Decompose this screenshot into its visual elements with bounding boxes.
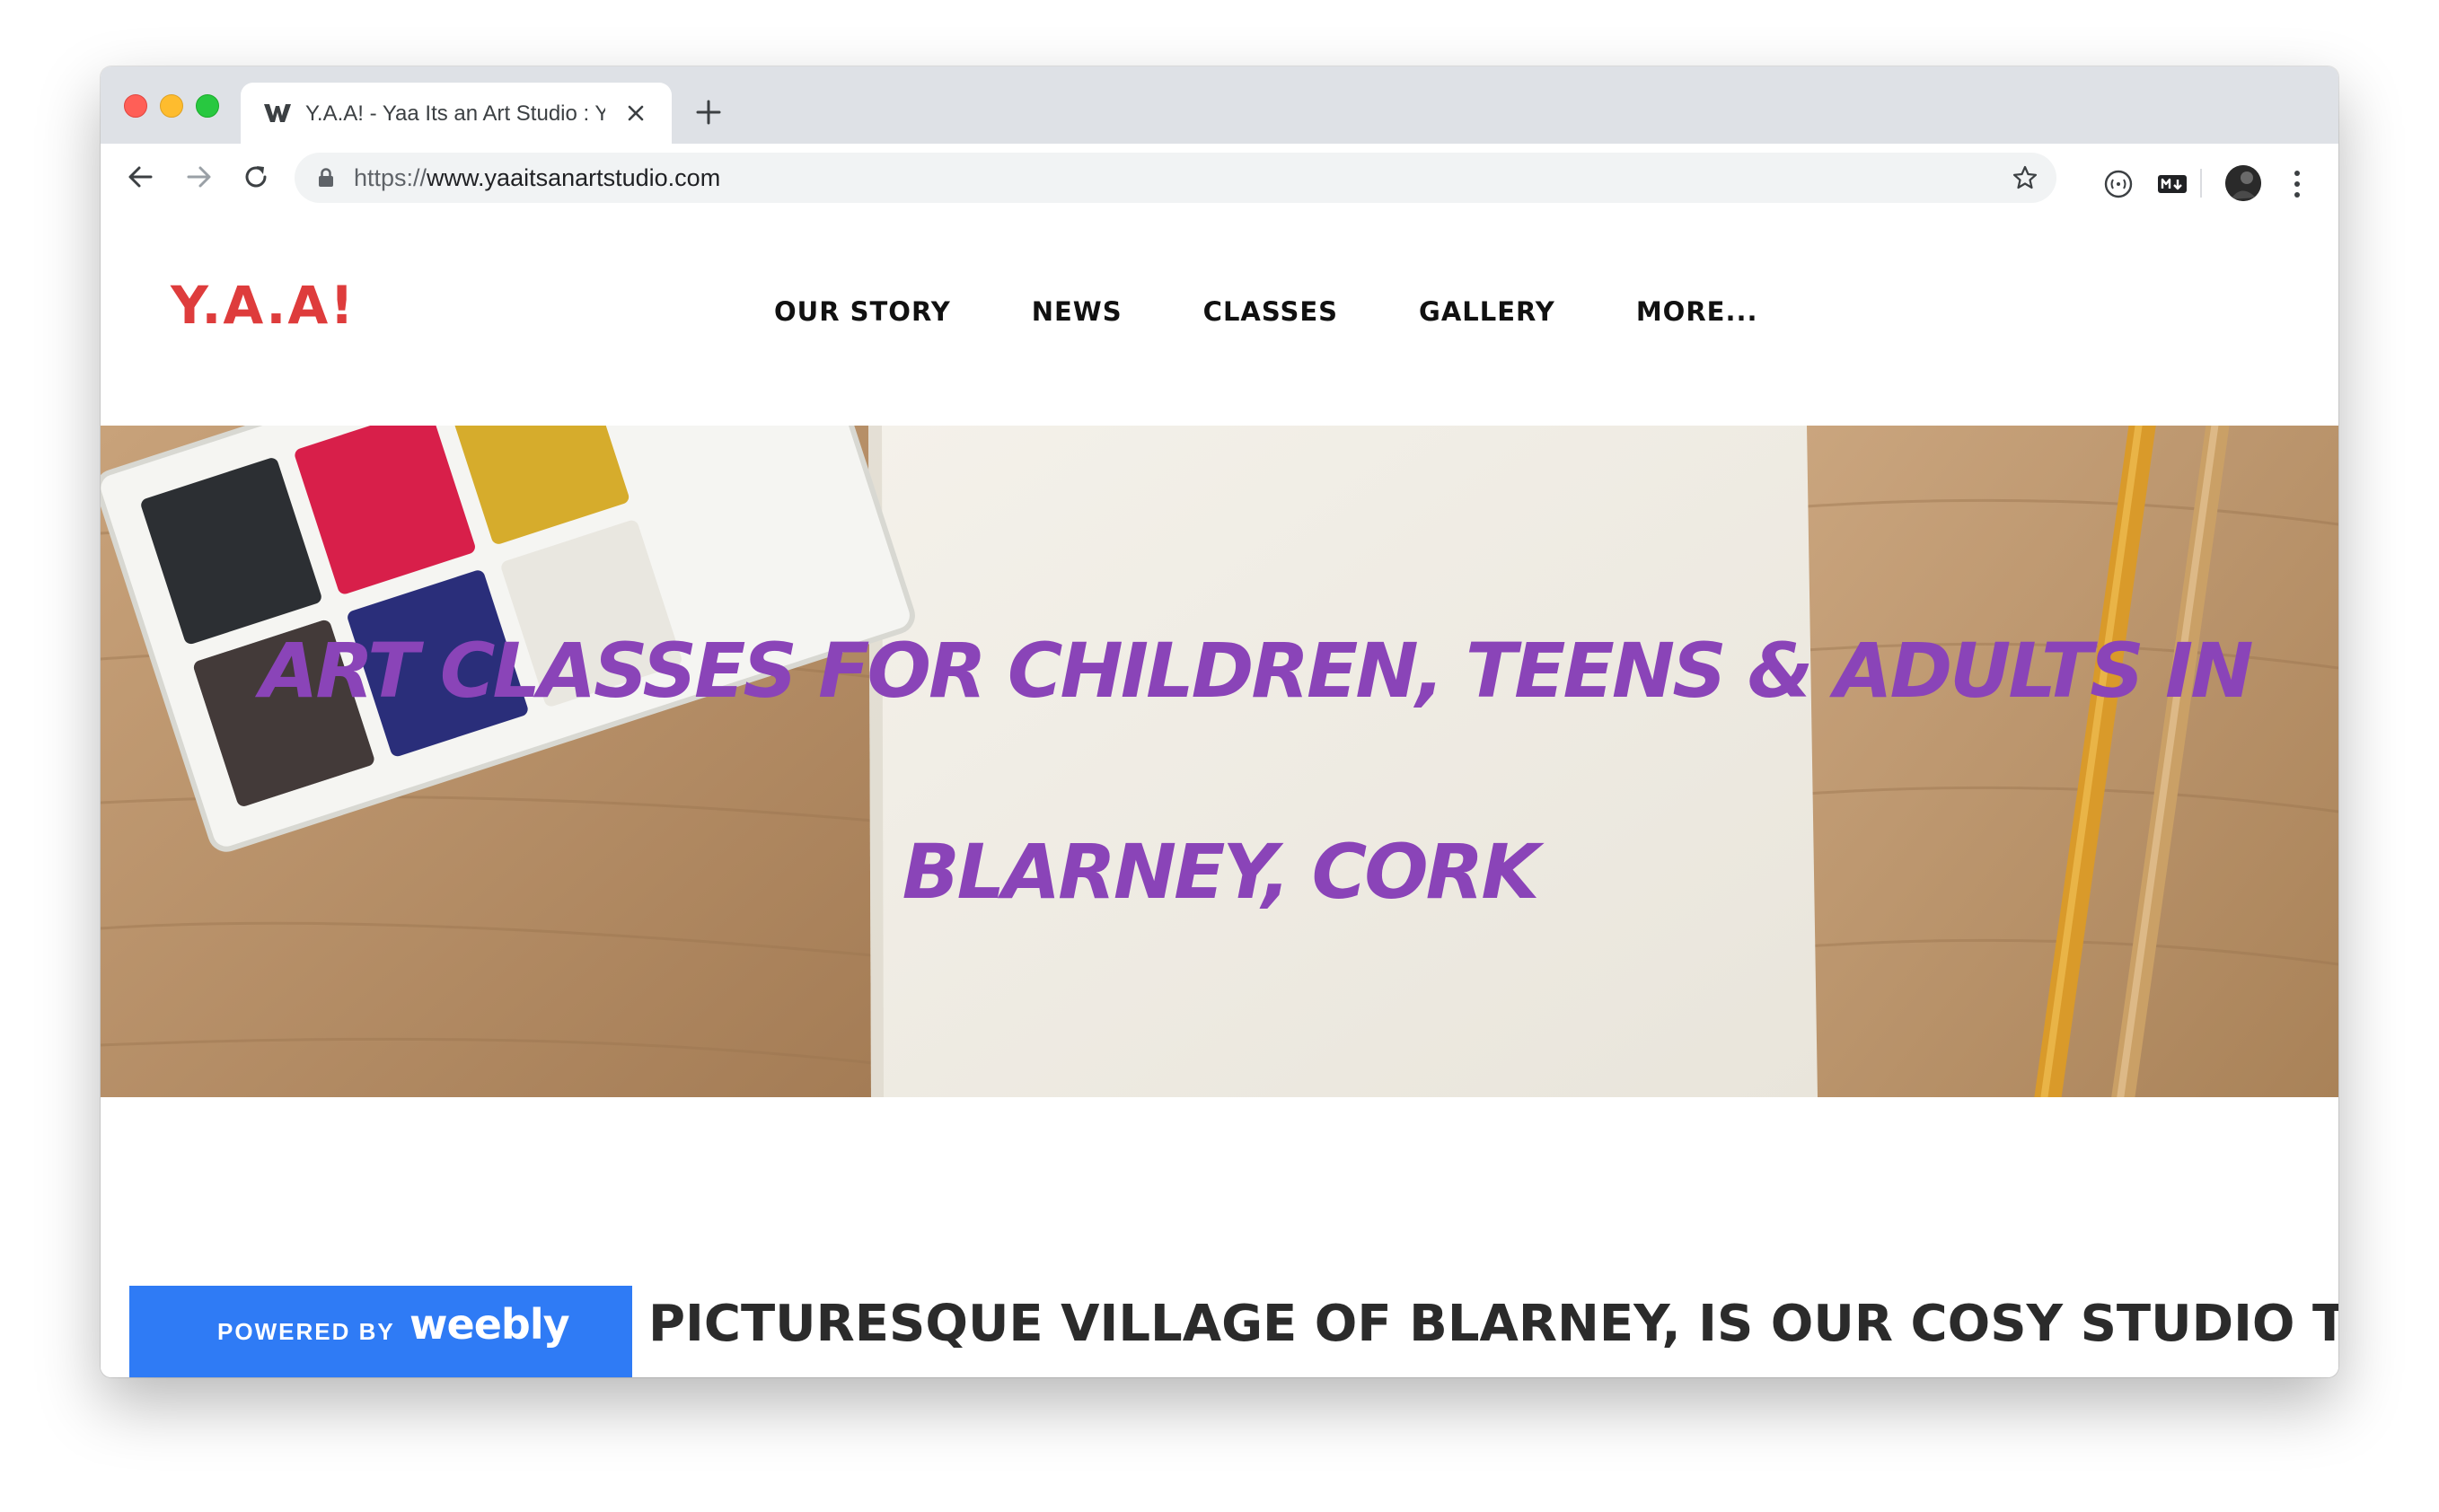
powered-by-label: POWERED BY bbox=[217, 1318, 395, 1345]
close-tab-icon[interactable] bbox=[625, 102, 647, 124]
url-scheme: https:// bbox=[354, 164, 427, 191]
avatar-icon bbox=[2225, 165, 2261, 201]
weebly-w-icon bbox=[264, 104, 291, 122]
site-logo[interactable]: Y.A.A! bbox=[171, 275, 356, 336]
hero-headline-line2: BLARNEY, CORK bbox=[902, 828, 1540, 916]
web-page: Y.A.A! OUR STORY NEWS CLASSES GALLERY MO… bbox=[101, 210, 2338, 1377]
colorzilla-icon[interactable] bbox=[2103, 169, 2134, 199]
browser-window: Y.A.A! - Yaa Its an Art Studio : Yaa Its… bbox=[101, 66, 2338, 1377]
new-tab-icon[interactable] bbox=[695, 99, 722, 126]
address-bar[interactable]: https://www.yaaitsanartstudio.com bbox=[295, 153, 2056, 203]
browser-toolbar: https://www.yaaitsanartstudio.com bbox=[101, 144, 2338, 212]
back-arrow-icon[interactable] bbox=[124, 160, 158, 194]
close-window-button[interactable] bbox=[124, 94, 147, 118]
lock-icon bbox=[319, 168, 333, 187]
maximize-window-button[interactable] bbox=[196, 94, 219, 118]
markdown-icon[interactable] bbox=[2157, 169, 2188, 199]
profile-avatar[interactable] bbox=[2225, 165, 2261, 201]
forward-arrow-icon[interactable] bbox=[181, 160, 216, 194]
browser-tab[interactable]: Y.A.A! - Yaa Its an Art Studio : Yaa Its… bbox=[241, 83, 672, 144]
tab-strip: Y.A.A! - Yaa Its an Art Studio : Yaa Its… bbox=[101, 66, 2338, 144]
nav-our-story[interactable]: OUR STORY bbox=[774, 296, 951, 332]
url-text: https://www.yaaitsanartstudio.com bbox=[354, 164, 720, 191]
minimize-window-button[interactable] bbox=[160, 94, 183, 118]
nav-more[interactable]: MORE... bbox=[1636, 296, 1758, 332]
nav-gallery[interactable]: GALLERY bbox=[1419, 296, 1555, 332]
url-host: www.yaaitsanartstudio.com bbox=[427, 164, 721, 191]
toolbar-divider bbox=[2200, 169, 2202, 198]
hero-banner: ART CLASSES FOR CHILDREN, TEENS & ADULTS… bbox=[101, 426, 2338, 1097]
hero-headline-line1: ART CLASSES FOR CHILDREN, TEENS & ADULTS… bbox=[260, 627, 2253, 715]
nav-news[interactable]: NEWS bbox=[1032, 296, 1123, 332]
bookmark-star-icon[interactable] bbox=[2012, 164, 2038, 191]
intro-text: PICTURESQUE VILLAGE OF BLARNEY, IS OUR C… bbox=[648, 1295, 2338, 1353]
browser-menu-icon[interactable] bbox=[2292, 169, 2303, 199]
weebly-logo: weebly bbox=[409, 1300, 570, 1349]
powered-by-weebly-badge[interactable]: POWERED BY weebly bbox=[129, 1286, 632, 1377]
site-nav: OUR STORY NEWS CLASSES GALLERY MORE... bbox=[774, 296, 1839, 332]
hero-background-image bbox=[101, 426, 2338, 1097]
tab-title: Y.A.A! - Yaa Its an Art Studio : Yaa Its… bbox=[305, 101, 605, 126]
reload-icon[interactable] bbox=[239, 160, 273, 194]
nav-classes[interactable]: CLASSES bbox=[1203, 296, 1338, 332]
